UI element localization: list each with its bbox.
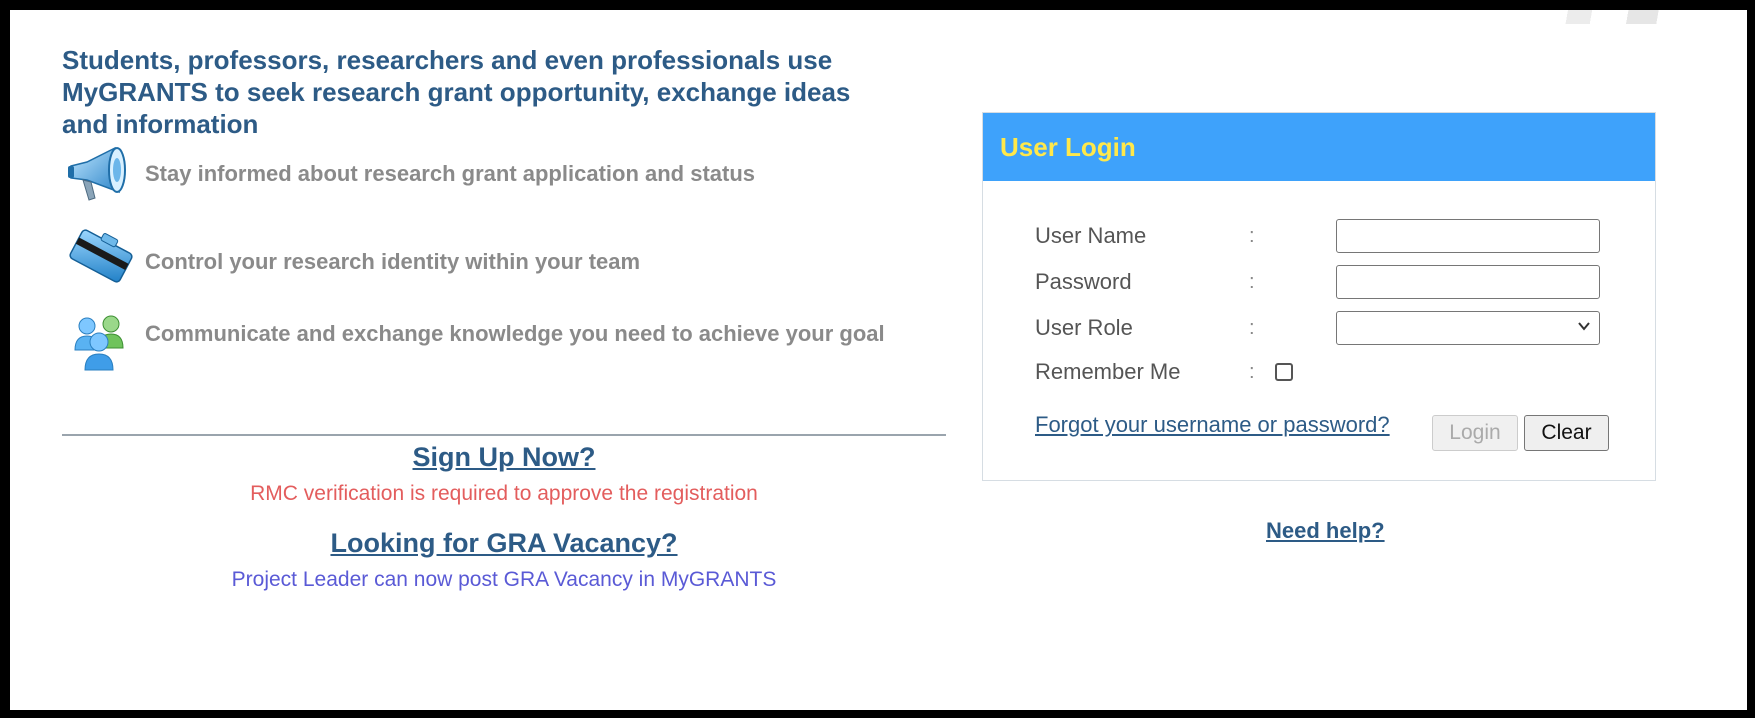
login-button[interactable]: Login	[1432, 415, 1518, 451]
user-role-label: User Role	[1035, 315, 1133, 340]
username-label: User Name	[1035, 223, 1147, 248]
colon: :	[1249, 317, 1255, 339]
id-card-icon	[69, 229, 133, 283]
login-title: User Login	[983, 113, 1655, 181]
corner-shade	[1447, 10, 1747, 24]
colon: :	[1249, 225, 1255, 247]
feature-item-communicate: Communicate and exchange knowledge you n…	[65, 306, 925, 378]
password-input[interactable]	[1336, 265, 1600, 299]
colon: :	[1249, 361, 1255, 383]
headline-line-2: MyGRANTS to seek research grant opportun…	[62, 77, 851, 107]
feature-item-informed: Stay informed about research grant appli…	[65, 138, 925, 210]
headline-line-1: Students, professors, researchers and ev…	[62, 45, 833, 75]
user-role-select[interactable]	[1336, 311, 1600, 345]
clear-button[interactable]: Clear	[1524, 415, 1609, 451]
signup-note: RMC verification is required to approve …	[250, 482, 758, 505]
colon: :	[1249, 271, 1255, 293]
username-input[interactable]	[1336, 219, 1600, 253]
gra-note: Project Leader can now post GRA Vacancy …	[231, 568, 777, 591]
chevron-down-icon	[1578, 322, 1590, 331]
feature-text: Stay informed about research grant appli…	[145, 161, 756, 186]
gra-vacancy-link[interactable]: Looking for GRA Vacancy?	[62, 528, 946, 559]
megaphone-icon	[68, 146, 126, 201]
feature-item-identity: Control your research identity within yo…	[65, 220, 925, 292]
remember-me-label: Remember Me	[1035, 359, 1181, 384]
page-frame: Students, professors, researchers and ev…	[10, 10, 1747, 710]
forgot-credentials-link[interactable]: Forgot your username or password?	[1035, 412, 1390, 438]
need-help-link[interactable]: Need help?	[1266, 518, 1385, 544]
headline-line-3: and information	[62, 109, 259, 139]
section-divider	[62, 434, 946, 436]
feature-text: Communicate and exchange knowledge you n…	[145, 321, 885, 346]
feature-text: Control your research identity within yo…	[145, 249, 641, 274]
intro-headline: Students, professors, researchers and ev…	[62, 44, 962, 140]
login-panel: User Login User Name : Password : User R…	[982, 112, 1656, 481]
password-label: Password	[1035, 269, 1132, 294]
remember-me-checkbox[interactable]	[1275, 363, 1293, 381]
users-group-icon	[74, 315, 124, 371]
sign-up-link[interactable]: Sign Up Now?	[62, 442, 946, 473]
